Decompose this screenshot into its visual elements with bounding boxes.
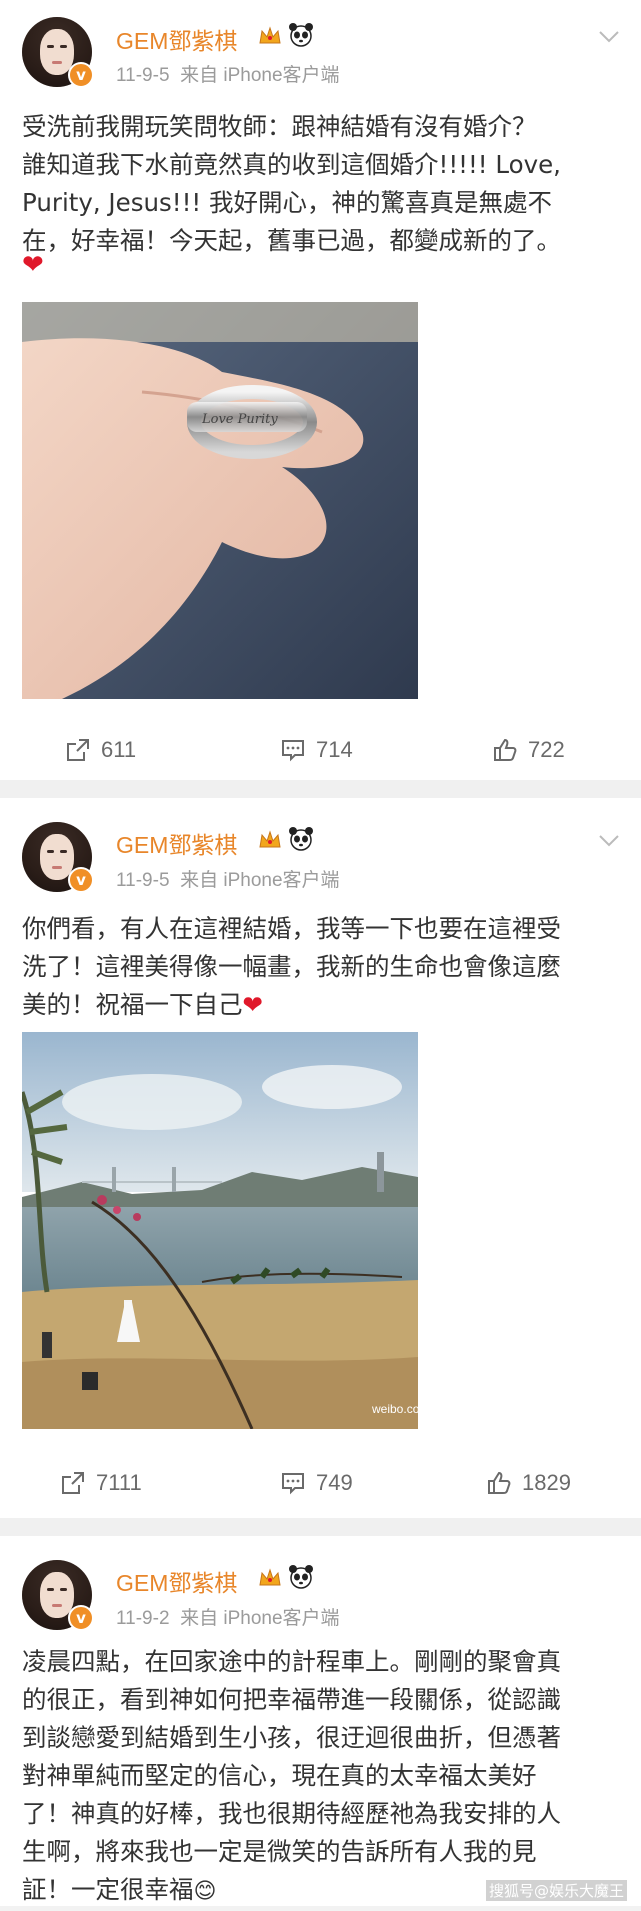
panda-icon (289, 1565, 313, 1589)
panda-icon (289, 827, 313, 851)
post-separator (0, 780, 641, 798)
verified-badge-icon: v (68, 62, 94, 88)
crown-icon (259, 1568, 281, 1586)
chevron-down-icon[interactable] (598, 30, 620, 44)
repost-icon (67, 739, 89, 761)
smile-emoji: 😊 (193, 1879, 217, 1904)
svg-text:Love Purity: Love Purity (201, 412, 278, 427)
weibo-post-3: v GEM鄧紫棋 11-9-2 来自 iPhone客户端 凌晨四點，在回家途中的… (0, 1536, 641, 1906)
heart-emoji: ❤ (242, 990, 264, 1019)
comment-button[interactable]: 714 (280, 725, 353, 775)
repost-button[interactable]: 611 (65, 725, 136, 775)
image-watermark: weibo.com/ (372, 1402, 418, 1416)
repost-icon (62, 1472, 84, 1494)
verified-badge-icon: v (68, 1605, 94, 1631)
comment-button[interactable]: 749 (280, 1458, 353, 1508)
post-meta: 11-9-5 来自 iPhone客户端 (116, 60, 340, 87)
verified-badge-icon: v (68, 867, 94, 893)
like-button[interactable]: 722 (492, 725, 565, 775)
author-name[interactable]: GEM鄧紫棋 (116, 1564, 237, 1598)
repost-count: 7111 (96, 1470, 142, 1495)
crown-icon (259, 26, 281, 44)
chevron-down-icon[interactable] (598, 834, 620, 848)
like-count: 1829 (522, 1470, 571, 1495)
beach-photo[interactable]: weibo.com/ (22, 1032, 418, 1429)
post-time: 11-9-2 (116, 1608, 170, 1629)
heart-emoji: ❤ (22, 250, 44, 280)
post-source: 来自 iPhone客户端 (180, 870, 340, 891)
comment-icon (282, 740, 304, 762)
post-time: 11-9-5 (116, 65, 170, 86)
post-actions: 611 714 722 (0, 725, 641, 775)
post-text: 凌晨四點，在回家途中的計程車上。剛剛的聚會真 的很正，看到神如何把幸福帶進一段關… (22, 1647, 561, 1904)
like-button[interactable]: 1829 (486, 1458, 571, 1508)
thumbs-up-icon (488, 1471, 511, 1494)
post-meta: 11-9-2 来自 iPhone客户端 (116, 1603, 340, 1630)
comment-count: 714 (316, 737, 353, 762)
repost-button[interactable]: 7111 (60, 1458, 142, 1508)
thumbs-up-icon (494, 738, 517, 761)
weibo-post-1: v GEM鄧紫棋 11-9-5 来自 iPhone客户端 受洗前我開玩笑問牧師：… (0, 0, 641, 780)
comment-count: 749 (316, 1470, 353, 1495)
post-source: 来自 iPhone客户端 (180, 65, 340, 86)
post-meta: 11-9-5 来自 iPhone客户端 (116, 865, 340, 892)
post-text: 受洗前我開玩笑問牧師：跟神結婚有沒有婚介？ 誰知道我下水前竟然真的收到這個婚介!… (22, 112, 561, 255)
author-name[interactable]: GEM鄧紫棋 (116, 826, 237, 860)
comment-icon (282, 1473, 304, 1495)
page-watermark: 搜狐号@娱乐大魔王 (486, 1880, 628, 1901)
ring-photo[interactable]: Love Purity (22, 302, 418, 699)
panda-icon (289, 23, 313, 47)
post-separator (0, 1518, 641, 1536)
author-name[interactable]: GEM鄧紫棋 (116, 22, 237, 56)
post-time: 11-9-5 (116, 870, 170, 891)
crown-icon (259, 830, 281, 848)
post-text: 你們看，有人在這裡結婚，我等一下也要在這裡受 洗了！這裡美得像一幅畫，我新的生命… (22, 914, 561, 1019)
post-source: 来自 iPhone客户端 (180, 1608, 340, 1629)
weibo-post-2: v GEM鄧紫棋 11-9-5 来自 iPhone客户端 你們看，有人在這裡結婚… (0, 798, 641, 1518)
like-count: 722 (528, 737, 565, 762)
repost-count: 611 (101, 737, 137, 762)
post-actions: 7111 749 1829 (0, 1458, 641, 1508)
